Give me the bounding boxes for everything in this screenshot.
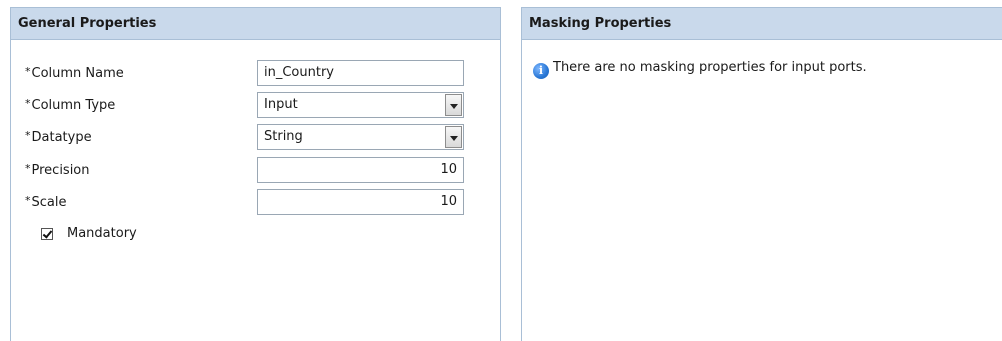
column-type-value: Input: [264, 97, 298, 112]
datatype-row: *Datatype String: [25, 124, 464, 150]
scale-input[interactable]: 10: [257, 189, 464, 215]
column-type-label-text: Column Type: [31, 98, 116, 113]
precision-label: *Precision: [25, 162, 90, 178]
column-type-select[interactable]: Input: [257, 92, 464, 118]
info-icon: i: [533, 63, 549, 79]
masking-info-message: i There are no masking properties for inp…: [533, 60, 867, 79]
mandatory-checkbox[interactable]: [41, 228, 53, 240]
datatype-label: *Datatype: [25, 129, 92, 145]
datatype-select[interactable]: String: [257, 124, 464, 150]
required-mark: *: [25, 65, 31, 78]
required-mark: *: [25, 97, 31, 110]
scale-row: *Scale 10: [25, 189, 464, 215]
required-mark: *: [25, 129, 31, 142]
column-name-label-text: Column Name: [31, 66, 124, 81]
datatype-value: String: [264, 129, 303, 144]
general-properties-title: General Properties: [11, 8, 500, 40]
masking-message-text: There are no masking properties for inpu…: [553, 60, 867, 75]
scale-label-text: Scale: [31, 195, 67, 210]
column-name-input[interactable]: in_Country: [257, 60, 464, 86]
column-type-row: *Column Type Input: [25, 92, 464, 118]
chevron-down-icon[interactable]: [445, 126, 462, 148]
precision-row: *Precision 10: [25, 157, 464, 183]
masking-properties-panel: Masking Properties i There are no masking…: [521, 7, 1002, 341]
mandatory-label: Mandatory: [67, 226, 137, 241]
masking-properties-title: Masking Properties: [522, 8, 1002, 40]
column-type-label: *Column Type: [25, 97, 115, 113]
precision-input[interactable]: 10: [257, 157, 464, 183]
precision-label-text: Precision: [31, 163, 90, 178]
chevron-down-icon[interactable]: [445, 94, 462, 116]
datatype-label-text: Datatype: [31, 130, 92, 145]
column-name-row: *Column Name in_Country: [25, 60, 464, 86]
required-mark: *: [25, 194, 31, 207]
scale-label: *Scale: [25, 194, 66, 210]
required-mark: *: [25, 162, 31, 175]
column-name-label: *Column Name: [25, 65, 124, 81]
general-properties-panel: General Properties *Column Name in_Count…: [10, 7, 501, 341]
